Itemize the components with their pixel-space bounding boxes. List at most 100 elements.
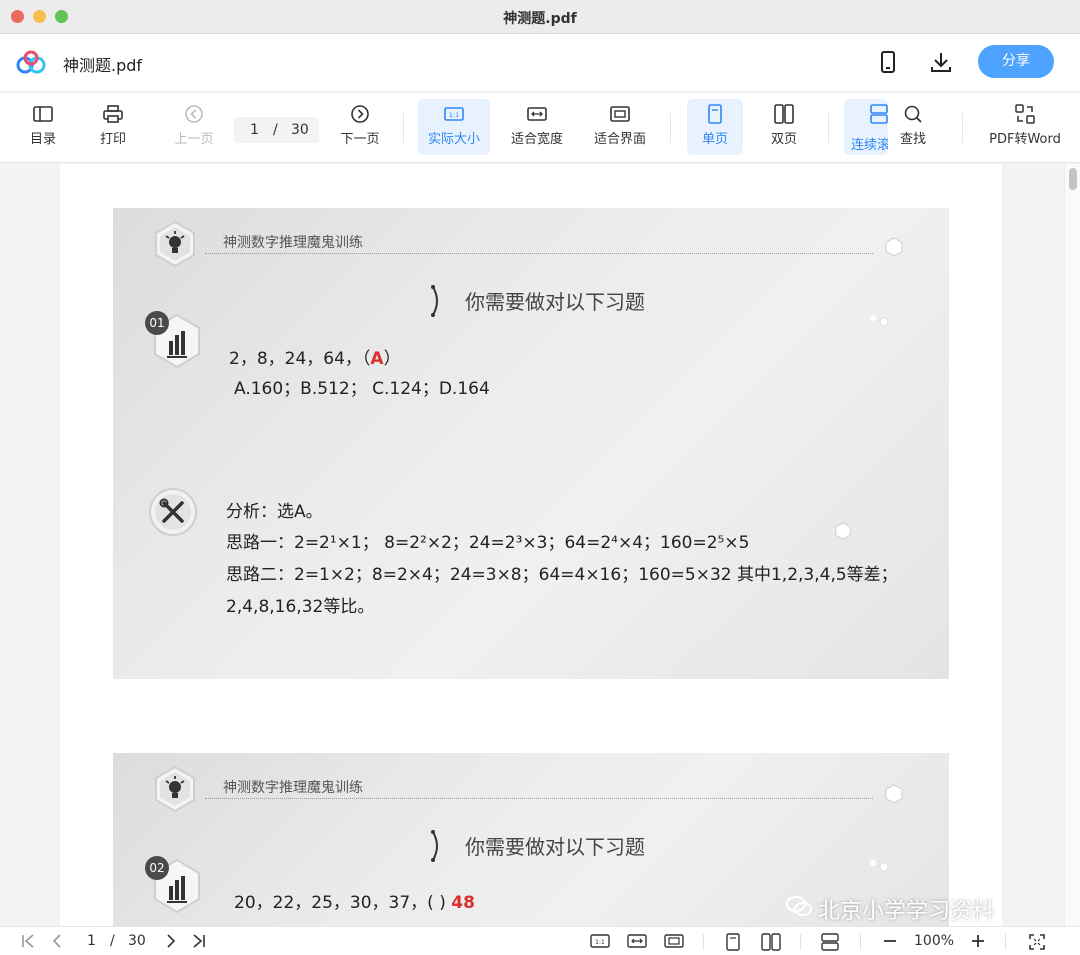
watermark-text: 北京小学学习资料 [818,899,995,924]
answer-options: A.160；B.512； C.124；D.164 [234,379,490,399]
fit-page-icon [610,106,630,122]
continuous-scroll-button[interactable]: 连续滚 [844,99,888,155]
first-page-icon[interactable] [20,933,36,949]
phone-icon[interactable] [876,50,900,74]
prev-page-label: 上一页 [174,132,214,147]
chevron-left-icon[interactable] [49,933,65,949]
bottom-page-current[interactable]: 1 [87,933,96,949]
baidu-netdisk-logo-icon [16,50,46,74]
slide-question-1: 神测数字推理魔鬼训练 你需要做对以下习题 01 2，8，24，64，（A） A.… [113,208,949,679]
bottom-actual-size-text: 1:1 [595,939,605,946]
next-page-button[interactable]: 下一页 [334,99,386,155]
sidebar-toc-icon [33,106,53,122]
analysis-line-3: 思路二：2=1×2；8=2×4；24=3×8；64=4×16；160=5×32 … [226,565,898,585]
bottom-page-separator: / [110,933,115,949]
fit-width-icon [527,107,547,121]
question-text: 2，8，24，64，（A） [229,344,401,369]
page-current: 1 [250,122,259,138]
share-button[interactable]: 分享 [978,45,1054,78]
question-sequence: 2，8，24，64，（ [229,349,371,369]
pdf-toolbar: 目录 打印 上一页 1 / 30 下一页 1:1 实际大小 适合宽度 适合界面 … [0,93,1080,163]
toolbar-divider [403,113,404,143]
document-viewport[interactable]: 神测数字推理魔鬼训练 你需要做对以下习题 01 2，8，24，64，（A） A.… [0,164,1080,926]
double-page-icon [774,104,794,124]
answer-value: 48 [451,893,475,913]
actual-size-button[interactable]: 1:1 实际大小 [418,99,490,155]
single-page-button[interactable]: 单页 [687,99,743,155]
divider [205,253,873,254]
search-icon [904,105,922,123]
actual-size-icon-text: 1:1 [449,111,459,119]
single-page-icon[interactable] [725,933,741,951]
fit-width-label: 适合宽度 [510,132,563,147]
double-page-icon[interactable] [761,933,781,951]
zoom-out-icon[interactable] [882,933,898,949]
actual-size-icon[interactable]: 1:1 [590,933,610,949]
analysis-line-1: 分析：选A。 [226,502,323,522]
chevron-left-circle-icon [185,105,203,123]
fit-page-button[interactable]: 适合界面 [588,99,652,155]
hexagon-decoration-icon [885,237,903,257]
bottom-statusbar: 1 / 30 1:1 100% [0,926,1080,955]
file-name: 神测题.pdf [63,56,143,75]
page-total: 30 [291,122,309,138]
vertical-scrollbar[interactable] [1064,164,1080,926]
download-icon[interactable] [929,50,953,74]
toc-button[interactable]: 目录 [20,99,66,155]
next-page-label: 下一页 [340,132,380,147]
last-page-icon[interactable] [191,933,207,949]
analysis-line-4: 2,4,8,16,32等比。 [226,597,375,617]
toolbar-divider [828,113,829,143]
pdf-to-word-label: PDF转Word [989,132,1061,147]
dots-decoration-icon [870,860,889,872]
statusbar-divider [1005,934,1006,950]
bracket-decoration-icon [431,830,438,862]
bottom-page-total: 30 [128,933,146,949]
fit-width-icon[interactable] [627,933,647,949]
slide-title: 你需要做对以下习题 [465,835,645,859]
toolbar-divider [670,113,671,143]
print-label: 打印 [99,132,126,147]
question-number-badge: 02 [145,856,169,880]
print-button[interactable]: 打印 [90,99,136,155]
answer-letter: A [370,349,384,369]
page-separator: / [273,122,278,138]
single-page-label: 单页 [701,132,728,147]
chevron-right-circle-icon [351,105,369,123]
statusbar-divider [703,934,704,950]
hexagon-decoration-icon [835,522,851,540]
fullscreen-icon[interactable] [1028,933,1046,951]
continuous-scroll-icon[interactable] [820,933,840,951]
continuous-scroll-icon [870,104,888,124]
zoom-level: 100% [914,933,955,949]
fit-width-button[interactable]: 适合宽度 [505,99,569,155]
chevron-right-icon[interactable] [163,933,179,949]
question-end: ） [383,349,401,369]
hexagon-decoration-icon [885,784,903,804]
lightbulb-icon [155,765,195,813]
find-button[interactable]: 查找 [890,99,936,155]
window-titlebar: 神测题.pdf [0,0,1080,34]
double-page-button[interactable]: 双页 [758,99,810,155]
dots-decoration-icon [870,315,889,327]
fit-page-label: 适合界面 [593,132,646,147]
question-number-badge: 01 [145,311,169,335]
continuous-scroll-label: 连续滚 [851,138,888,153]
toc-label: 目录 [29,132,56,147]
pdf-to-word-button[interactable]: PDF转Word [982,99,1068,155]
actual-size-icon: 1:1 [444,107,464,121]
fit-page-icon[interactable] [664,933,684,949]
lightbulb-icon [155,220,195,268]
tools-icon [149,488,197,536]
wechat-icon [786,896,812,916]
toolbar-divider [962,113,963,143]
printer-icon [103,105,123,123]
single-page-icon [708,104,722,124]
statusbar-divider [800,934,801,950]
find-label: 查找 [899,132,926,147]
scrollbar-thumb[interactable] [1069,168,1077,190]
zoom-in-icon[interactable] [970,933,986,949]
prev-page-button[interactable]: 上一页 [166,99,222,155]
page-number-input[interactable]: 1 / 30 [234,117,319,143]
slide-header: 神测数字推理魔鬼训练 [223,235,363,251]
